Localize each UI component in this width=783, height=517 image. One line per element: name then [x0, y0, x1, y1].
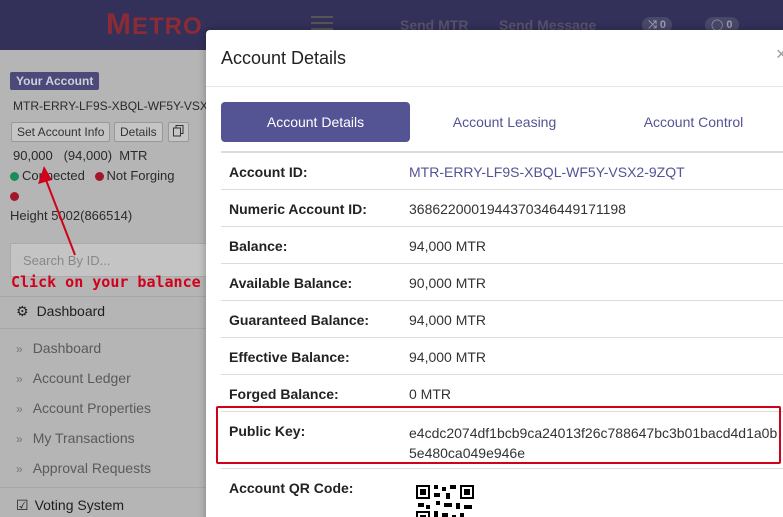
search-input[interactable]: Search By ID... [10, 243, 210, 277]
detail-value: 90,000 MTR [409, 275, 487, 291]
sidebar-item-account-properties[interactable]: » Account Properties [16, 400, 151, 416]
tab-account-leasing[interactable]: Account Leasing [410, 102, 599, 142]
copy-icon[interactable] [168, 122, 189, 142]
connected-label: Connected [22, 168, 85, 183]
chevron-right-icon: » [16, 372, 23, 386]
status-dot-icon [10, 192, 19, 201]
detail-key: Numeric Account ID: [229, 201, 367, 217]
your-account-badge: Your Account [10, 72, 100, 90]
detail-value: 94,000 MTR [409, 312, 487, 328]
detail-row-guaranteed-balance: Guaranteed Balance: 94,000 MTR [221, 300, 783, 337]
forging-label: Not Forging [106, 168, 175, 183]
checkbox-icon: ☑ [16, 497, 29, 513]
detail-key: Available Balance: [229, 275, 353, 291]
status-row: Connected Not Forging [10, 168, 174, 183]
modal-title: Account Details [221, 48, 347, 68]
sidebar-item-dashboard[interactable]: » Dashboard [16, 340, 101, 356]
detail-row-account-id: Account ID: MTR-ERRY-LF9S-XBQL-WF5Y-VSX2… [221, 152, 783, 189]
account-details-modal: Account Details × Account Details Accoun… [206, 30, 783, 517]
annotation-click-balance: Click on your balance [11, 273, 201, 291]
detail-row-available-balance: Available Balance: 90,000 MTR [221, 263, 783, 300]
close-icon[interactable]: × [776, 44, 783, 65]
detail-value: 94,000 MTR [409, 238, 487, 254]
qr-code-image [416, 485, 474, 517]
detail-key: Account ID: [229, 164, 308, 180]
sidebar-section-voting[interactable]: ☑ Voting System [0, 497, 210, 514]
menu-toggle-icon[interactable] [311, 16, 333, 30]
sidebar-item-approval-requests[interactable]: » Approval Requests [16, 460, 151, 476]
sidebar-account-id[interactable]: MTR-ERRY-LF9S-XBQL-WF5Y-VSX [13, 99, 208, 113]
set-account-info-button[interactable]: Set Account Info [11, 122, 111, 142]
tab-account-control[interactable]: Account Control [599, 102, 783, 142]
metro-logo[interactable]: METRO [106, 8, 203, 42]
detail-key: Account QR Code: [229, 480, 354, 496]
forging-status-icon [94, 172, 104, 182]
chevron-right-icon: » [16, 432, 23, 446]
detail-row-qr-code: Account QR Code: [221, 468, 783, 517]
connected-status-icon [10, 172, 19, 182]
detail-value: 3686220001944370346449171198 [409, 201, 626, 217]
chevron-right-icon: » [16, 342, 23, 356]
detail-key: Forged Balance: [229, 386, 339, 402]
menu-divider [0, 328, 210, 329]
detail-key: Guaranteed Balance: [229, 312, 370, 328]
sidebar-item-my-transactions[interactable]: » My Transactions [16, 430, 135, 446]
menu-divider [0, 296, 210, 297]
details-button[interactable]: Details [114, 122, 163, 142]
sidebar-item-account-ledger[interactable]: » Account Ledger [16, 370, 131, 386]
tab-account-details[interactable]: Account Details [221, 102, 410, 142]
sidebar-balance[interactable]: 90,000 (94,000) MTR [13, 148, 147, 163]
dashboard-icon: ⚙ [16, 303, 29, 319]
menu-divider [0, 487, 210, 488]
detail-value: 0 MTR [409, 386, 451, 402]
public-key-highlight-box [216, 406, 781, 464]
detail-key: Effective Balance: [229, 349, 350, 365]
sidebar-section-dashboard[interactable]: ⚙ Dashboard [0, 303, 210, 320]
detail-row-numeric-id: Numeric Account ID: 36862200019443703464… [221, 189, 783, 226]
detail-key: Balance: [229, 238, 288, 254]
block-height: Height 5002(866514) [10, 208, 133, 223]
detail-value: 94,000 MTR [409, 349, 487, 365]
chevron-right-icon: » [16, 402, 23, 416]
account-id-link[interactable]: MTR-ERRY-LF9S-XBQL-WF5Y-VSX2-9ZQT [409, 164, 685, 180]
chevron-right-icon: » [16, 462, 23, 476]
detail-row-balance: Balance: 94,000 MTR [221, 226, 783, 263]
modal-header-divider [206, 86, 783, 87]
detail-row-effective-balance: Effective Balance: 94,000 MTR [221, 337, 783, 374]
